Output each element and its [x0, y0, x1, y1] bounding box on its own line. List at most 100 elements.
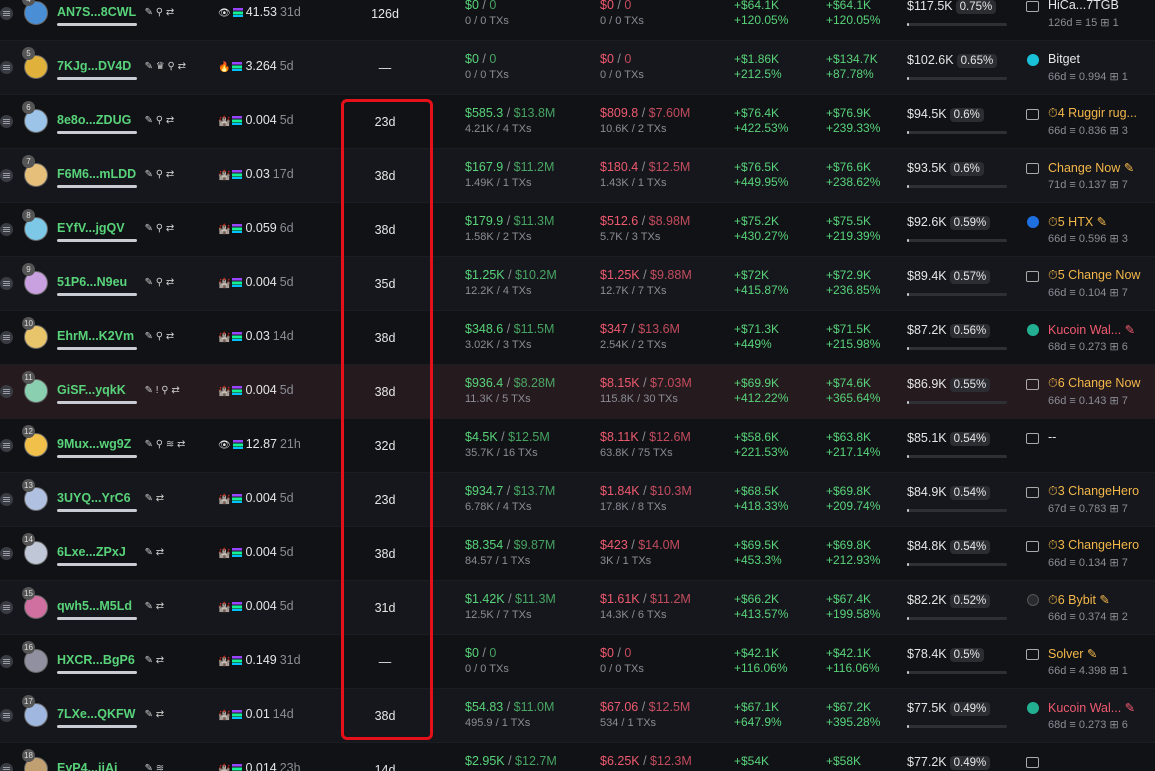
funding-source-name[interactable]: ⏱4 Ruggir rug...: [1048, 106, 1137, 121]
row-menu-icon[interactable]: [0, 61, 13, 74]
funding-source-details: 66d ≡ 0.994 ⊞ 1: [1048, 71, 1128, 83]
row-menu-icon[interactable]: [0, 277, 13, 290]
row-menu-icon[interactable]: [0, 655, 13, 668]
realized-pnl-pct: +422.53%: [734, 121, 789, 135]
total-pnl-value: +$63.8K: [826, 430, 872, 444]
row-menu-icon[interactable]: [0, 7, 13, 20]
realized-pnl-value: +$67.1K: [734, 700, 780, 714]
remaining-bar: [907, 617, 1007, 620]
row-menu-icon[interactable]: [0, 493, 13, 506]
realized-pnl-value: +$68.5K: [734, 484, 780, 498]
table-row[interactable]: 13 3UYQ...YrC6 ✎ ⇄ 🏰 0.004 5d 23d $934.7 /…: [0, 473, 1155, 527]
rank-badge: 5: [22, 47, 35, 60]
bought-amount: $167.9: [465, 160, 504, 174]
wallet-action-icons[interactable]: ✎ ⚲ ⇄: [145, 7, 175, 18]
wallet-address-link[interactable]: 3UYQ...YrC6: [57, 491, 131, 505]
wallet-action-icons[interactable]: ✎ ⚲ ⇄: [145, 223, 175, 234]
funding-source-name[interactable]: ⏱5 Change Now: [1048, 268, 1140, 283]
wallet-address-link[interactable]: EyP4...jiAj: [57, 761, 117, 771]
remaining-value: $84.9K: [907, 485, 947, 499]
funding-source-name[interactable]: ⏱6 Change Now: [1048, 376, 1140, 391]
row-menu-icon[interactable]: [0, 709, 13, 722]
wallet-address-link[interactable]: EYfV...jgQV: [57, 221, 125, 235]
table-row[interactable]: 5 7KJg...DV4D ✎ ♛ ⚲ ⇄ 🔥 3.264 5d — $0 / 0 …: [0, 41, 1155, 95]
balance-age: 5d: [279, 545, 294, 559]
funding-source-details: 126d ≡ 15 ⊞ 1: [1048, 17, 1119, 29]
sold-txs: 10.6K / 2 TXs: [600, 123, 667, 135]
wallet-address-link[interactable]: 8e8o...ZDUG: [57, 113, 131, 127]
table-row[interactable]: 8 EYfV...jgQV ✎ ⚲ ⇄ 🏰 0.059 6d 38d $179.9 …: [0, 203, 1155, 257]
table-row[interactable]: 17 7LXe...QKFW ✎ ⇄ 🏰 0.01 14d 38d $54.83 /…: [0, 689, 1155, 743]
wallet-action-icons[interactable]: ✎ ⇄: [145, 493, 165, 504]
wallet-action-icons[interactable]: ✎ ≋: [145, 763, 165, 771]
row-menu-icon[interactable]: [0, 169, 13, 182]
funding-source-name[interactable]: ⏱6 Bybit ✎: [1048, 592, 1110, 608]
funding-source-name[interactable]: HiCa...7TGB: [1048, 0, 1119, 12]
remaining-cell: $86.9K 0.55%: [907, 377, 991, 392]
wallet-address-link[interactable]: GiSF...yqkK: [57, 383, 126, 397]
table-row[interactable]: 10 EhrM...K2Vm ✎ ⚲ ⇄ 🏰 0.03 14d 38d $348.6…: [0, 311, 1155, 365]
bought-cell: $4.5K / $12.5M 35.7K / 16 TXs: [465, 430, 550, 459]
realized-pnl-value: +$76.5K: [734, 160, 780, 174]
remaining-bar: [907, 401, 1007, 404]
wallet-action-icons[interactable]: ✎ ⚲ ⇄: [145, 169, 175, 180]
total-pnl-pct: +120.05%: [826, 13, 881, 27]
funding-source-name[interactable]: ⏱3 ChangeHero: [1048, 538, 1139, 553]
table-row[interactable]: 6 8e8o...ZDUG ✎ ⚲ ⇄ 🏰 0.004 5d 23d $585.3 …: [0, 95, 1155, 149]
wallet-address-link[interactable]: 7LXe...QKFW: [57, 707, 135, 721]
row-menu-icon[interactable]: [0, 223, 13, 236]
wallet-action-icons[interactable]: ✎ ⚲ ⇄: [145, 277, 175, 288]
wallet-address-link[interactable]: qwh5...M5Ld: [57, 599, 132, 613]
row-menu-icon[interactable]: [0, 385, 13, 398]
funding-source-name[interactable]: Change Now ✎: [1048, 160, 1134, 175]
bought-amount: $0: [465, 52, 479, 66]
row-menu-icon[interactable]: [0, 601, 13, 614]
table-row[interactable]: 7 F6M6...mLDD ✎ ⚲ ⇄ 🏰 0.03 17d 38d $167.9 …: [0, 149, 1155, 203]
wallet-action-icons[interactable]: ✎ ! ⚲ ⇄: [145, 385, 180, 396]
eye-icon: 👁: [218, 440, 231, 451]
hold-duration: 38d: [374, 547, 396, 561]
table-row[interactable]: 14 6Lxe...ZPxJ ✎ ⇄ 🏰 0.004 5d 38d $8.354 /…: [0, 527, 1155, 581]
wallet-action-icons[interactable]: ✎ ⚲ ⇄: [145, 331, 175, 342]
bought-txs: 12.5K / 7 TXs: [465, 609, 532, 621]
table-row[interactable]: 16 HXCR...BgP6 ✎ ⇄ 🏰 0.149 31d — $0 / 0 0 …: [0, 635, 1155, 689]
wallet-address-link[interactable]: 9Mux...wg9Z: [57, 437, 131, 451]
funding-source-name[interactable]: Bitget: [1048, 52, 1080, 66]
total-pnl: +$64.1K +120.05%: [826, 0, 880, 28]
funding-source-name[interactable]: ⏱5 HTX ✎: [1048, 214, 1107, 230]
wallet-action-icons[interactable]: ✎ ⚲ ≋ ⇄: [145, 439, 186, 450]
wallet-action-icons[interactable]: ✎ ⇄: [145, 655, 165, 666]
row-menu-icon[interactable]: [0, 331, 13, 344]
wallet-address-link[interactable]: F6M6...mLDD: [57, 167, 136, 181]
row-menu-icon[interactable]: [0, 439, 13, 452]
funding-source-name[interactable]: --: [1048, 430, 1056, 444]
wallet-address-link[interactable]: HXCR...BgP6: [57, 653, 135, 667]
funding-source-name[interactable]: Kucoin Wal... ✎: [1048, 700, 1135, 715]
wallet-address-link[interactable]: 51P6...N9eu: [57, 275, 127, 289]
table-row[interactable]: 9 51P6...N9eu ✎ ⚲ ⇄ 🏰 0.004 5d 35d $1.25K …: [0, 257, 1155, 311]
table-row[interactable]: 15 qwh5...M5Ld ✎ ⇄ 🏰 0.004 5d 31d $1.42K /…: [0, 581, 1155, 635]
wallet-address-link[interactable]: 7KJg...DV4D: [57, 59, 131, 73]
row-menu-icon[interactable]: [0, 763, 13, 771]
row-menu-icon[interactable]: [0, 115, 13, 128]
wallet-action-icons[interactable]: ✎ ⇄: [145, 547, 165, 558]
table-row[interactable]: 11 GiSF...yqkK ✎ ! ⚲ ⇄ 🏰 0.004 5d 38d $936…: [0, 365, 1155, 419]
table-row[interactable]: 12 9Mux...wg9Z ✎ ⚲ ≋ ⇄ 👁 12.87 21h 32d $4.…: [0, 419, 1155, 473]
table-row[interactable]: 4 AN7S...8CWL ✎ ⚲ ⇄ 👁41.5331d 126d $0 / …: [0, 0, 1155, 41]
funding-source-name[interactable]: ⏱3 ChangeHero: [1048, 484, 1139, 499]
table-row[interactable]: 18 EyP4...jiAj ✎ ≋ 🏰 0.014 23h 14d $2.95K …: [0, 743, 1155, 771]
sold-amount: $8.11K: [600, 430, 639, 444]
wallet-address-link[interactable]: AN7S...8CWL: [57, 5, 136, 19]
wallet-address-link[interactable]: EhrM...K2Vm: [57, 329, 134, 343]
wallet-address-link[interactable]: 6Lxe...ZPxJ: [57, 545, 126, 559]
pump-icon: 🏰: [218, 764, 231, 771]
wallet-action-icons[interactable]: ✎ ⚲ ⇄: [145, 115, 175, 126]
row-menu-icon[interactable]: [0, 547, 13, 560]
wallet-action-icons[interactable]: ✎ ⇄: [145, 709, 165, 720]
wallet-action-icons[interactable]: ✎ ♛ ⚲ ⇄: [145, 61, 186, 72]
funding-source-name[interactable]: Kucoin Wal... ✎: [1048, 322, 1135, 337]
bought-amount: $4.5K: [465, 430, 498, 444]
funding-source-name[interactable]: Solver ✎: [1048, 646, 1097, 661]
sold-cell: $180.4 / $12.5M 1.43K / 1 TXs: [600, 160, 691, 189]
wallet-action-icons[interactable]: ✎ ⇄: [145, 601, 165, 612]
